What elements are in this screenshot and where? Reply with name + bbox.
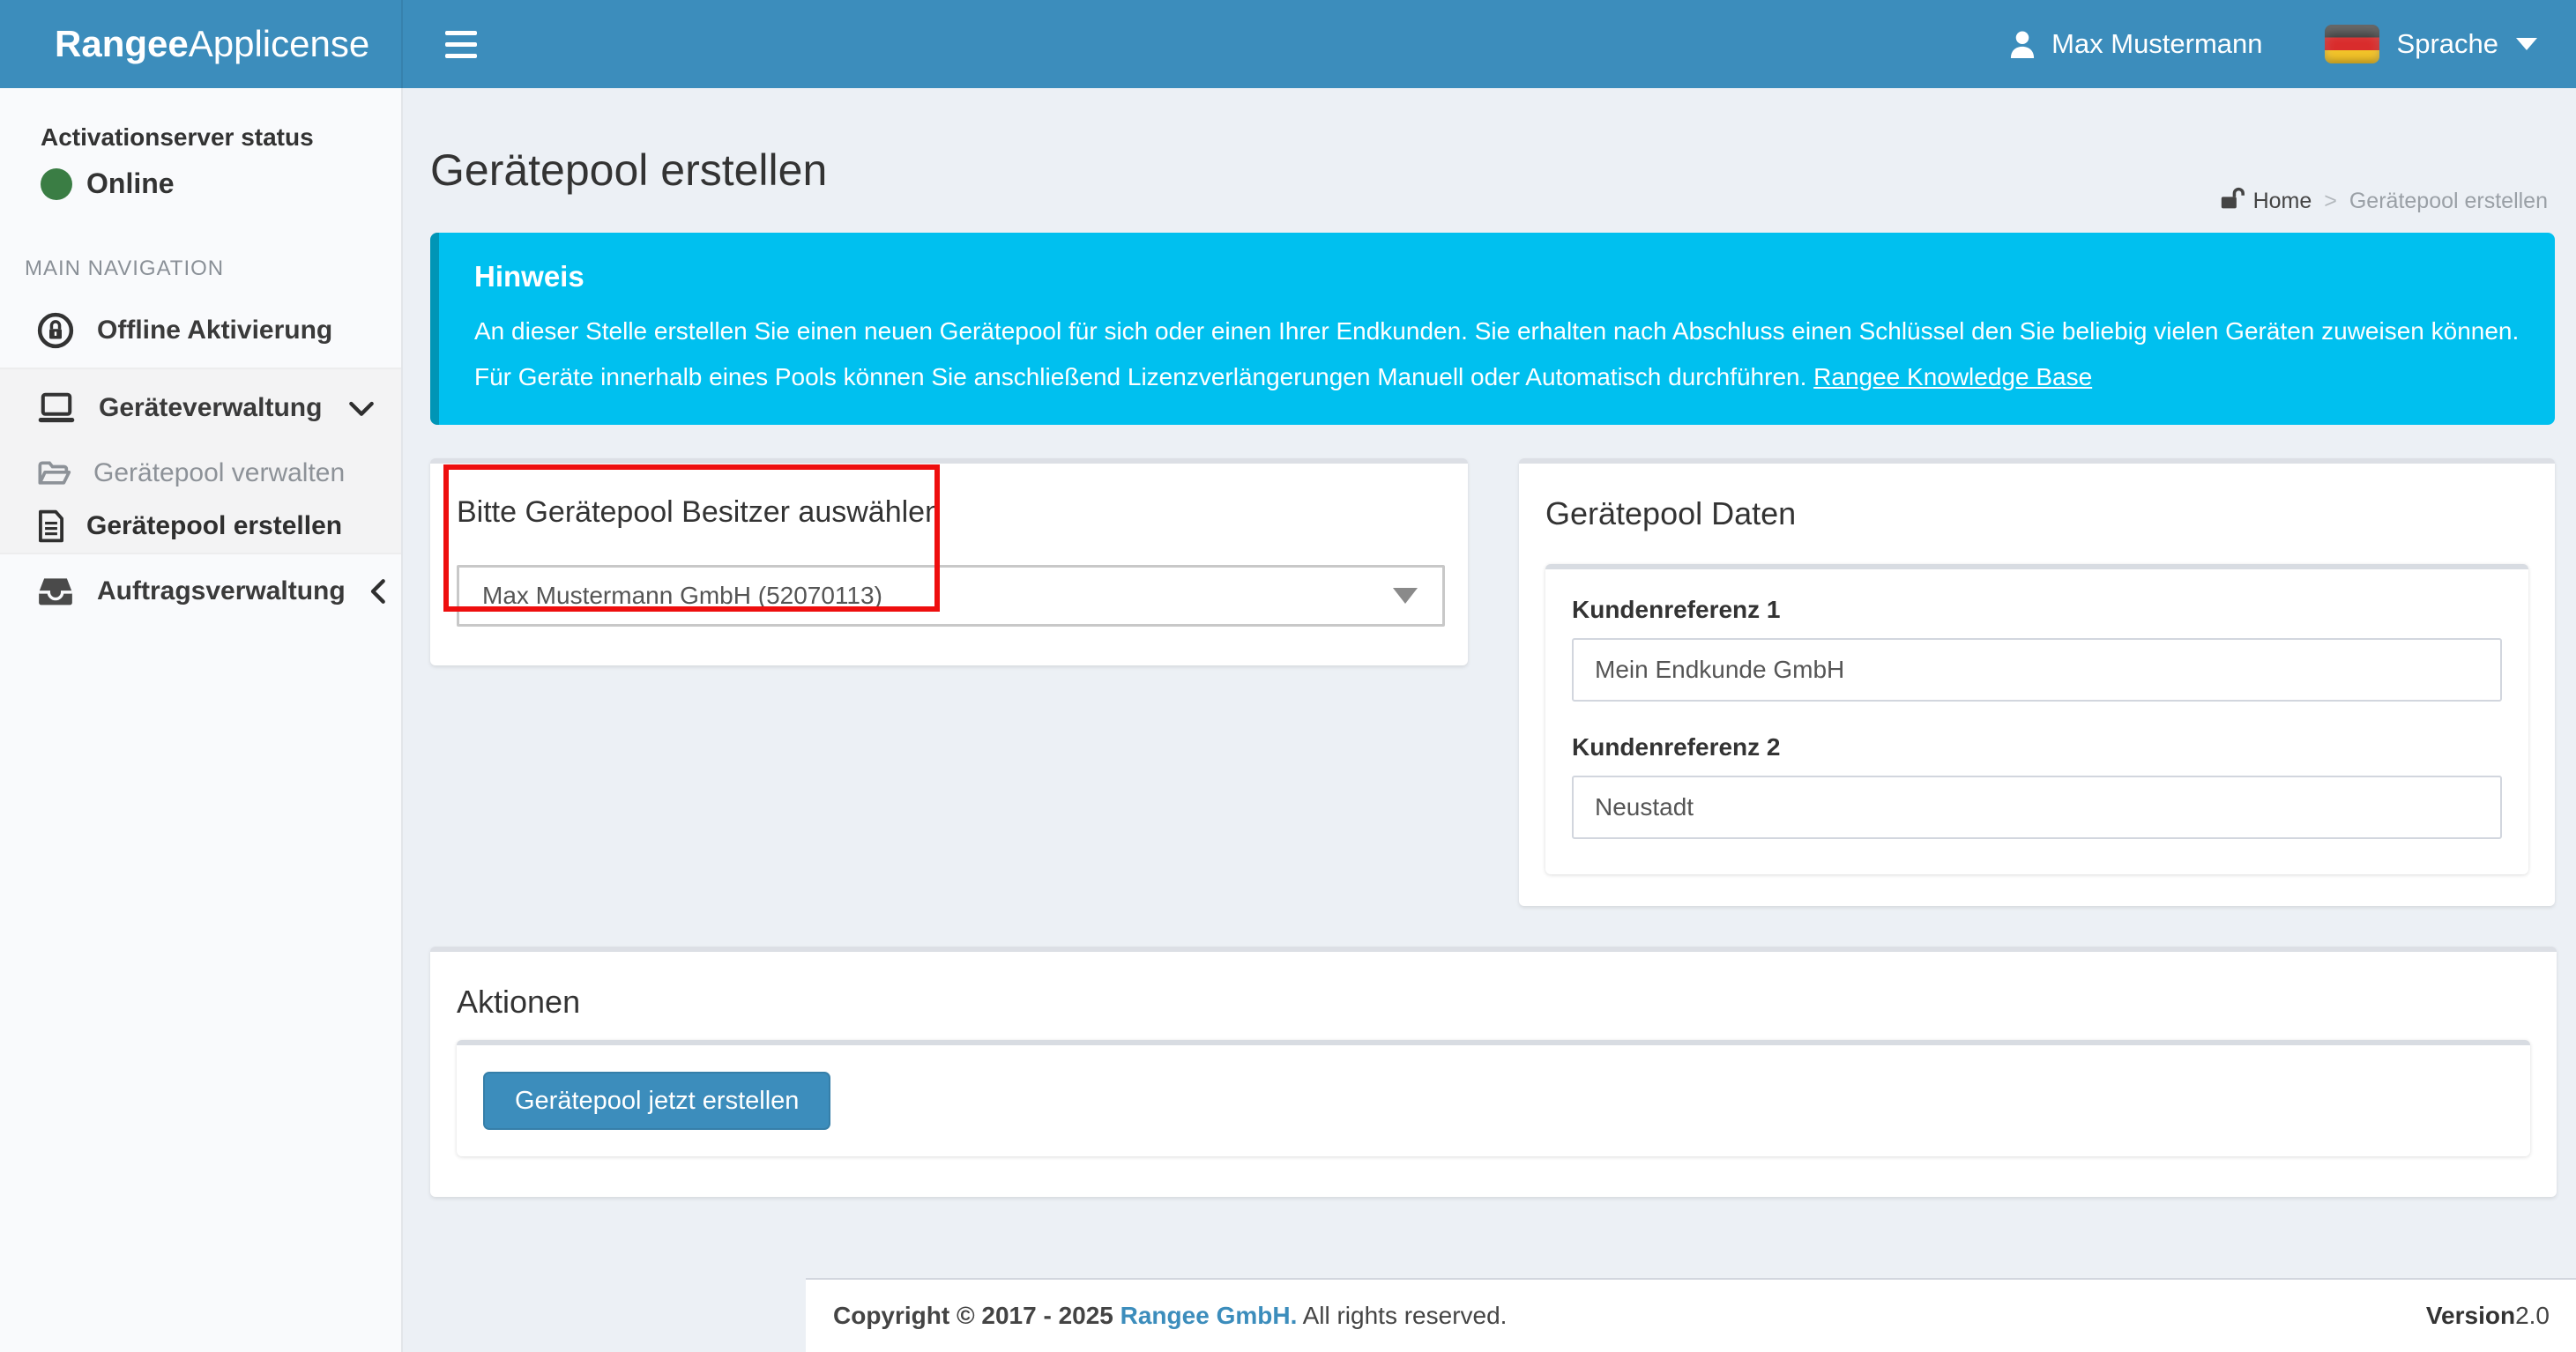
language-menu[interactable]: Sprache [2325,25,2537,63]
brand-bold: Rangee [55,23,189,65]
knowledge-base-link[interactable]: Rangee Knowledge Base [1813,363,2092,390]
chevron-down-icon [2516,38,2537,50]
top-navbar: RangeeApplicense Max Mustermann Sprache [0,0,2576,88]
sidebar-toggle-icon[interactable] [415,0,507,88]
pool-owner-select-value: Max Mustermann GmbH (52070113) [482,582,882,610]
pool-data-box: Gerätepool Daten Kundenreferenz 1 Kunden… [1519,458,2555,906]
version-label: Version [2426,1302,2515,1329]
pool-data-title: Gerätepool Daten [1545,495,2528,532]
customer-reference-1-label: Kundenreferenz 1 [1572,596,2502,624]
user-menu[interactable]: Max Mustermann [2009,28,2262,60]
content-area: Gerätepool erstellen Home > Gerätepool e… [403,88,2576,1352]
breadcrumb-home-link[interactable]: Home [2220,187,2312,216]
customer-reference-2-label: Kundenreferenz 2 [1572,733,2502,761]
actions-title: Aktionen [457,984,2530,1021]
german-flag-icon [2325,25,2379,63]
sidebar-item-label: Gerätepool erstellen [86,511,342,541]
copyright-text: Copyright © 2017 - 2025 Rangee GmbH. All… [833,1302,1507,1330]
application-window: RangeeApplicense Max Mustermann Sprache … [0,0,2576,1352]
breadcrumb-separator: > [2324,189,2337,214]
pool-data-panel: Kundenreferenz 1 Kundenreferenz 2 [1545,564,2528,874]
version-text: Version2.0 [2426,1302,2550,1330]
version-value: 2.0 [2515,1302,2550,1329]
sidebar-item-label: Auftragsverwaltung [97,576,346,606]
breadcrumb-home-label: Home [2253,189,2312,214]
brand-logo[interactable]: RangeeApplicense [0,0,403,88]
status-value: Online [86,167,175,200]
chevron-down-icon [348,399,375,417]
sidebar: Activationserver status Online MAIN NAVI… [0,88,403,1352]
lock-badge-icon [37,312,74,349]
hint-title: Hinweis [474,259,2520,294]
pool-owner-heading: Bitte Gerätepool Besitzer auswählen [457,495,1445,530]
main-navigation: Offline Aktivierung Geräteverwaltung [0,293,401,628]
online-status-dot [41,168,72,200]
breadcrumb-current: Gerätepool erstellen [2349,189,2548,214]
laptop-icon [37,391,76,425]
rights-text: All rights reserved. [1303,1302,1508,1329]
sidebar-item-label: Offline Aktivierung [97,316,332,345]
sidebar-item-auftragsverwaltung[interactable]: Auftragsverwaltung [0,554,401,628]
breadcrumb: Home > Gerätepool erstellen [2220,187,2548,216]
status-title: Activationserver status [41,123,383,152]
footer: Copyright © 2017 - 2025 Rangee GmbH. All… [806,1278,2576,1352]
customer-reference-1-input[interactable] [1572,638,2502,702]
company-link[interactable]: Rangee GmbH. [1120,1302,1298,1329]
folder-open-icon [37,459,72,487]
pool-owner-select[interactable]: Max Mustermann GmbH (52070113) [457,565,1445,627]
hint-body: An dieser Stelle erstellen Sie einen neu… [474,317,2519,390]
unlock-icon [2220,187,2245,216]
user-name: Max Mustermann [2051,28,2262,60]
sidebar-item-label: Gerätepool verwalten [93,458,345,488]
nav-section-label: MAIN NAVIGATION [25,256,401,281]
select-caret-icon [1393,588,1418,604]
sidebar-item-geraetepool-erstellen[interactable]: Gerätepool erstellen [0,500,401,553]
customer-reference-1-field: Kundenreferenz 1 [1572,596,2502,702]
brand-light: Applicense [189,23,369,65]
sidebar-item-geraetepool-verwalten[interactable]: Gerätepool verwalten [0,447,401,500]
activation-server-status: Activationserver status Online [0,88,401,200]
copyright-years: Copyright © 2017 - 2025 [833,1302,1113,1329]
sidebar-item-offline-aktivierung[interactable]: Offline Aktivierung [0,293,401,368]
sidebar-group-geraeteverwaltung: Geräteverwaltung Gerätepool verwalten G [0,368,401,554]
language-label: Sprache [2397,28,2498,60]
create-pool-button[interactable]: Gerätepool jetzt erstellen [483,1072,830,1130]
customer-reference-2-input[interactable] [1572,776,2502,839]
navbar-right: Max Mustermann Sprache [2009,0,2576,88]
chevron-left-icon [369,578,386,605]
user-icon [2009,30,2036,58]
pool-owner-box: Bitte Gerätepool Besitzer auswählen Max … [430,458,1468,665]
sidebar-item-geraeteverwaltung[interactable]: Geräteverwaltung [0,369,401,447]
sidebar-item-label: Geräteverwaltung [99,393,322,423]
hint-callout: Hinweis An dieser Stelle erstellen Sie e… [430,233,2555,425]
actions-panel: Gerätepool jetzt erstellen [457,1040,2530,1156]
customer-reference-2-field: Kundenreferenz 2 [1572,733,2502,839]
file-text-icon [37,509,65,543]
hint-text: An dieser Stelle erstellen Sie einen neu… [474,308,2520,400]
actions-box: Aktionen Gerätepool jetzt erstellen [430,947,2557,1197]
inbox-icon [37,576,74,607]
